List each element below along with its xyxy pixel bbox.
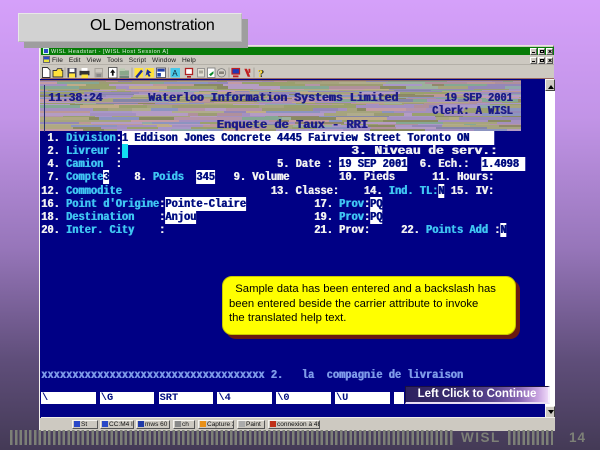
svg-text:A: A — [172, 69, 178, 78]
